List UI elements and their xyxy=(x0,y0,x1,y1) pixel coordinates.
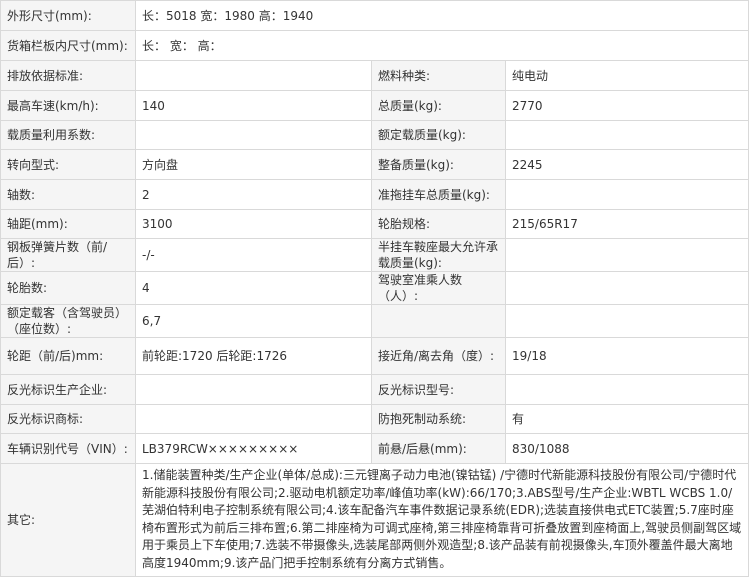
spec-label: 前悬/后悬(mm): xyxy=(371,433,506,464)
spec-table: 外形尺寸(mm): 长：5018 宽：1980 高：1940 货箱栏板内尺寸(m… xyxy=(0,0,750,577)
spec-label: 防抱死制动系统: xyxy=(371,404,506,434)
spec-label: 轴数: xyxy=(0,179,136,210)
spec-value: 纯电动 xyxy=(504,60,750,91)
spec-label: 额定载客（含驾驶员）（座位数）: xyxy=(0,304,136,338)
spec-value: 140 xyxy=(135,90,372,121)
spec-value xyxy=(504,271,750,305)
spec-value xyxy=(135,404,372,434)
spec-value: 2770 xyxy=(504,90,750,121)
spec-label: 总质量(kg): xyxy=(371,90,506,121)
spec-value xyxy=(135,120,372,150)
spec-label: 反光标识型号: xyxy=(371,374,506,405)
spec-label: 最高车速(km/h): xyxy=(0,90,136,121)
spec-label: 反光标识生产企业: xyxy=(0,374,136,405)
cargo-box-dimensions-value: 长： 宽： 高： xyxy=(134,30,750,61)
spec-value xyxy=(504,304,750,338)
spec-value: 方向盘 xyxy=(135,149,372,180)
spec-label: 轴距(mm): xyxy=(0,209,136,239)
spec-label: 反光标识商标: xyxy=(0,404,136,434)
spec-value: 6,7 xyxy=(135,304,372,338)
spec-label: 燃料种类: xyxy=(371,60,506,91)
table-row: 轮距（前/后)mm: 前轮距:1720 后轮距:1726 接近角/离去角（度）: 19… xyxy=(0,337,750,375)
spec-value: 215/65R17 xyxy=(504,209,750,239)
spec-label: 排放依据标准: xyxy=(0,60,136,91)
spec-label: 整备质量(kg): xyxy=(371,149,506,180)
table-row: 货箱栏板内尺寸(mm): 长： 宽： 高： xyxy=(0,30,750,61)
table-row: 车辆识别代号（VIN）: LB379RCW××××××××× 前悬/后悬(mm): 8… xyxy=(0,433,750,464)
spec-value xyxy=(504,179,750,210)
spec-value: LB379RCW××××××××× xyxy=(135,433,372,464)
spec-label: 载质量利用系数: xyxy=(0,120,136,150)
table-row: 轴距(mm): 3100 轮胎规格: 215/65R17 xyxy=(0,209,750,239)
spec-value: -/- xyxy=(135,238,372,272)
spec-value xyxy=(504,374,750,405)
table-row: 其它: 1.储能装置种类/生产企业(单体/总成):三元锂离子动力电池(镍钴锰) /… xyxy=(0,463,750,577)
spec-label: 轮胎规格: xyxy=(371,209,506,239)
table-row: 反光标识商标: 防抱死制动系统: 有 xyxy=(0,404,750,434)
spec-label: 转向型式: xyxy=(0,149,136,180)
spec-value: 2 xyxy=(135,179,372,210)
spec-value xyxy=(504,120,750,150)
spec-value xyxy=(135,374,372,405)
spec-label: 准拖挂车总质量(kg): xyxy=(371,179,506,210)
spec-label: 半挂车鞍座最大允许承载质量(kg): xyxy=(371,238,506,272)
table-row: 排放依据标准: 燃料种类: 纯电动 xyxy=(0,60,750,91)
dimensions-label: 外形尺寸(mm): xyxy=(0,0,136,31)
spec-value: 19/18 xyxy=(504,337,750,375)
table-row: 轮胎数: 4 驾驶室准乘人数（人）: xyxy=(0,271,750,305)
dimensions-value: 长：5018 宽：1980 高：1940 xyxy=(134,0,750,31)
table-row: 额定载客（含驾驶员）（座位数）: 6,7 xyxy=(0,304,750,338)
table-row: 载质量利用系数: 额定载质量(kg): xyxy=(0,120,750,150)
spec-label: 轮胎数: xyxy=(0,271,136,305)
table-row: 外形尺寸(mm): 长：5018 宽：1980 高：1940 xyxy=(0,0,750,31)
spec-value: 前轮距:1720 后轮距:1726 xyxy=(135,337,372,375)
cargo-box-dimensions-label: 货箱栏板内尺寸(mm): xyxy=(0,30,136,61)
table-row: 转向型式: 方向盘 整备质量(kg): 2245 xyxy=(0,149,750,180)
spec-label: 车辆识别代号（VIN）: xyxy=(0,433,136,464)
spec-label xyxy=(371,304,506,338)
spec-value: 3100 xyxy=(135,209,372,239)
spec-value: 2245 xyxy=(504,149,750,180)
other-label: 其它: xyxy=(0,463,136,577)
other-value: 1.储能装置种类/生产企业(单体/总成):三元锂离子动力电池(镍钴锰) /宁德时… xyxy=(134,463,750,577)
table-row: 反光标识生产企业: 反光标识型号: xyxy=(0,374,750,405)
spec-label: 接近角/离去角（度）: xyxy=(371,337,506,375)
spec-value xyxy=(504,238,750,272)
spec-value xyxy=(135,60,372,91)
table-row: 钢板弹簧片数（前/后）: -/- 半挂车鞍座最大允许承载质量(kg): xyxy=(0,238,750,272)
table-row: 最高车速(km/h): 140 总质量(kg): 2770 xyxy=(0,90,750,121)
spec-value: 4 xyxy=(135,271,372,305)
spec-label: 钢板弹簧片数（前/后）: xyxy=(0,238,136,272)
spec-value: 830/1088 xyxy=(504,433,750,464)
spec-value: 有 xyxy=(504,404,750,434)
spec-label: 轮距（前/后)mm: xyxy=(0,337,136,375)
table-row: 轴数: 2 准拖挂车总质量(kg): xyxy=(0,179,750,210)
spec-label: 额定载质量(kg): xyxy=(371,120,506,150)
spec-label: 驾驶室准乘人数（人）: xyxy=(371,271,506,305)
